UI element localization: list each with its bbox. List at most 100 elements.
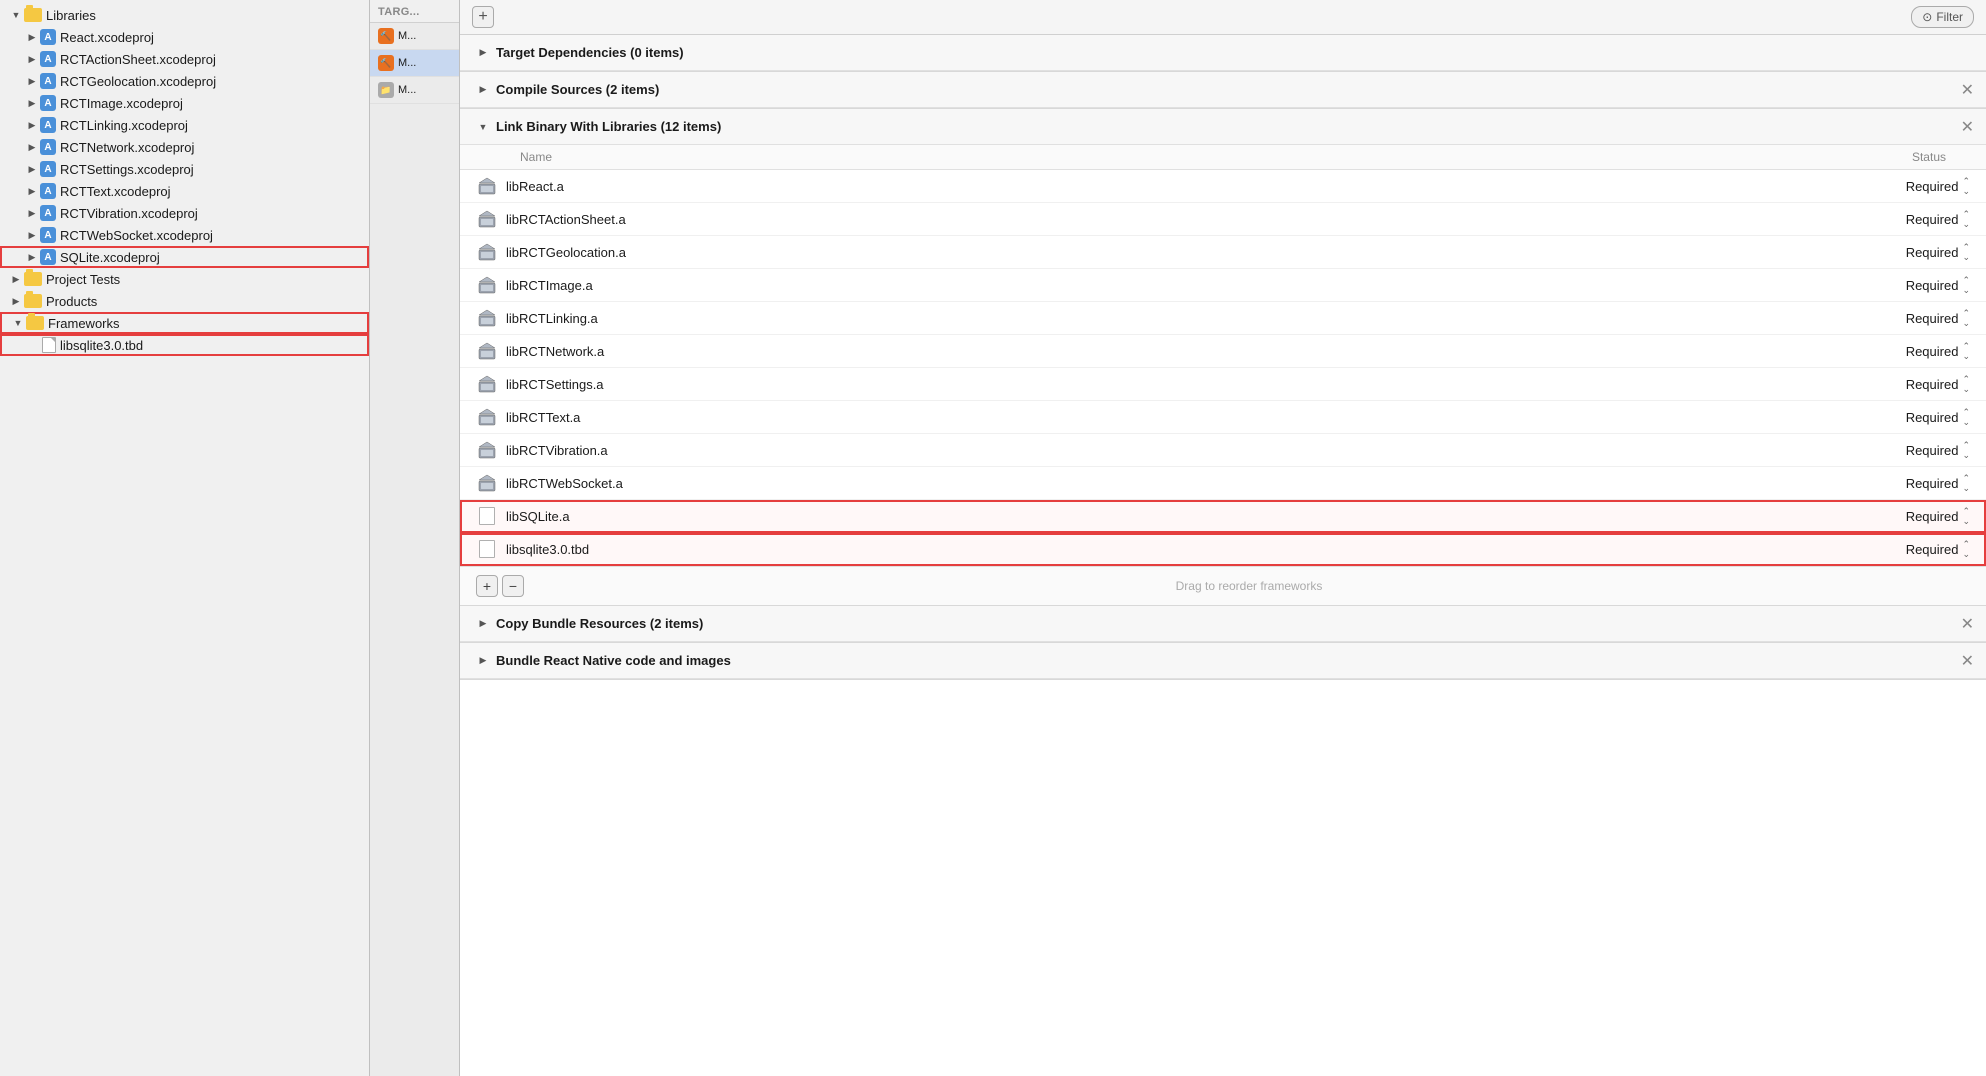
disclosure-icon <box>10 315 26 331</box>
stepper-icon[interactable] <box>1962 540 1970 559</box>
disclosure-icon <box>24 117 40 133</box>
target-icon: 🔨 <box>378 28 394 44</box>
table-row[interactable]: libRCTLinking.a Required <box>460 302 1986 335</box>
table-row-libsqlite[interactable]: libSQLite.a Required <box>460 500 1986 533</box>
sidebar-item-rctwebsocket[interactable]: RCTWebSocket.xcodeproj <box>0 224 369 246</box>
file-icon <box>42 337 56 353</box>
remove-library-button[interactable]: − <box>502 575 524 597</box>
target-item-3[interactable]: 📁 M... <box>370 77 459 104</box>
add-library-button[interactable]: + <box>476 575 498 597</box>
folder-icon <box>24 294 42 308</box>
lib-icon <box>476 341 498 361</box>
sidebar-item-rctvibration[interactable]: RCTVibration.xcodeproj <box>0 202 369 224</box>
lib-name: libsqlite3.0.tbd <box>506 542 1850 557</box>
target-item-2[interactable]: 🔨 M... <box>370 50 459 77</box>
filter-button[interactable]: ⊙ Filter <box>1911 6 1974 28</box>
stepper-icon[interactable] <box>1962 177 1970 196</box>
xcodeproj-icon <box>40 73 56 89</box>
disclosure-icon <box>8 7 24 23</box>
sidebar-item-project-tests[interactable]: Project Tests <box>0 268 369 290</box>
table-row[interactable]: libReact.a Required <box>460 170 1986 203</box>
stepper-icon[interactable] <box>1962 474 1970 493</box>
section-header-bundle-react-native[interactable]: Bundle React Native code and images ✕ <box>460 643 1986 679</box>
stepper-icon[interactable] <box>1962 408 1970 427</box>
targets-header: TARG... <box>370 0 459 23</box>
table-row[interactable]: libRCTSettings.a Required <box>460 368 1986 401</box>
xcodeproj-icon <box>40 139 56 155</box>
lib-status: Required <box>1850 507 1970 526</box>
add-button[interactable]: + <box>472 6 494 28</box>
sidebar-item-label: RCTVibration.xcodeproj <box>60 206 361 221</box>
xcodeproj-icon <box>40 183 56 199</box>
section-header-link-binary[interactable]: Link Binary With Libraries (12 items) ✕ <box>460 109 1986 145</box>
lib-status: Required <box>1850 309 1970 328</box>
sidebar-item-label: React.xcodeproj <box>60 30 361 45</box>
sidebar-item-products[interactable]: Products <box>0 290 369 312</box>
sidebar-item-label: RCTLinking.xcodeproj <box>60 118 361 133</box>
section-header-compile-sources[interactable]: Compile Sources (2 items) ✕ <box>460 72 1986 108</box>
table-row[interactable]: libRCTWebSocket.a Required <box>460 467 1986 500</box>
sidebar-item-label: Project Tests <box>46 272 361 287</box>
sidebar-item-libsqlite3-tbd[interactable]: libsqlite3.0.tbd <box>0 334 369 356</box>
sidebar-item-rctlinking[interactable]: RCTLinking.xcodeproj <box>0 114 369 136</box>
section-header-target-dependencies[interactable]: Target Dependencies (0 items) <box>460 35 1986 71</box>
stepper-icon[interactable] <box>1962 375 1970 394</box>
table-row[interactable]: libRCTActionSheet.a Required <box>460 203 1986 236</box>
table-row[interactable]: libRCTVibration.a Required <box>460 434 1986 467</box>
table-row[interactable]: libRCTText.a Required <box>460 401 1986 434</box>
lib-icon <box>476 275 498 295</box>
table-row[interactable]: libRCTImage.a Required <box>460 269 1986 302</box>
table-row[interactable]: libRCTGeolocation.a Required <box>460 236 1986 269</box>
column-name-header: Name <box>520 150 1850 164</box>
sidebar-item-rcttext[interactable]: RCTText.xcodeproj <box>0 180 369 202</box>
sidebar-item-rctnetwork[interactable]: RCTNetwork.xcodeproj <box>0 136 369 158</box>
stepper-icon[interactable] <box>1962 309 1970 328</box>
section-close-button[interactable]: ✕ <box>1961 614 1974 634</box>
section-link-binary: Link Binary With Libraries (12 items) ✕ … <box>460 109 1986 606</box>
lib-status: Required <box>1850 540 1970 559</box>
lib-name: libSQLite.a <box>506 509 1850 524</box>
lib-status: Required <box>1850 177 1970 196</box>
stepper-icon[interactable] <box>1962 441 1970 460</box>
stepper-icon[interactable] <box>1962 342 1970 361</box>
sidebar-item-label: RCTImage.xcodeproj <box>60 96 361 111</box>
sidebar-item-rctactionsheet[interactable]: RCTActionSheet.xcodeproj <box>0 48 369 70</box>
disclosure-icon <box>8 271 24 287</box>
sidebar-item-frameworks[interactable]: Frameworks <box>0 312 369 334</box>
sidebar-item-react-xcodeproj[interactable]: React.xcodeproj <box>0 26 369 48</box>
lib-name: libRCTImage.a <box>506 278 1850 293</box>
sidebar-item-rctgeolocation[interactable]: RCTGeolocation.xcodeproj <box>0 70 369 92</box>
disclosure-icon <box>8 293 24 309</box>
table-row-libsqlite3-tbd[interactable]: libsqlite3.0.tbd Required <box>460 533 1986 566</box>
stepper-icon[interactable] <box>1962 507 1970 526</box>
sidebar-item-libraries[interactable]: Libraries <box>0 4 369 26</box>
section-close-button[interactable]: ✕ <box>1961 80 1974 100</box>
sidebar-item-label: Frameworks <box>48 316 359 331</box>
stepper-icon[interactable] <box>1962 210 1970 229</box>
target-icon: 🔨 <box>378 55 394 71</box>
xcodeproj-icon <box>40 29 56 45</box>
targets-panel: TARG... 🔨 M... 🔨 M... 📁 M... <box>370 0 460 1076</box>
section-header-copy-bundle[interactable]: Copy Bundle Resources (2 items) ✕ <box>460 606 1986 642</box>
table-row[interactable]: libRCTNetwork.a Required <box>460 335 1986 368</box>
target-label: M... <box>398 84 416 96</box>
lib-icon <box>476 308 498 328</box>
target-label: M... <box>398 57 416 69</box>
section-close-button[interactable]: ✕ <box>1961 651 1974 671</box>
filter-icon: ⊙ <box>1922 10 1932 24</box>
sidebar-item-sqlite[interactable]: SQLite.xcodeproj <box>0 246 369 268</box>
section-close-button[interactable]: ✕ <box>1961 117 1974 137</box>
lib-icon <box>476 440 498 460</box>
main-build-phases-panel: + ⊙ Filter Target Dependencies (0 items)… <box>460 0 1986 1076</box>
stepper-icon[interactable] <box>1962 243 1970 262</box>
xcodeproj-icon <box>40 51 56 67</box>
disclosure-arrow-icon <box>476 617 490 631</box>
disclosure-icon <box>24 227 40 243</box>
sidebar-item-rctimage[interactable]: RCTImage.xcodeproj <box>0 92 369 114</box>
folder-icon <box>24 8 42 22</box>
stepper-icon[interactable] <box>1962 276 1970 295</box>
filter-label: Filter <box>1936 10 1963 24</box>
sidebar-item-rctsettings[interactable]: RCTSettings.xcodeproj <box>0 158 369 180</box>
sidebar-item-label: RCTText.xcodeproj <box>60 184 361 199</box>
target-item-1[interactable]: 🔨 M... <box>370 23 459 50</box>
